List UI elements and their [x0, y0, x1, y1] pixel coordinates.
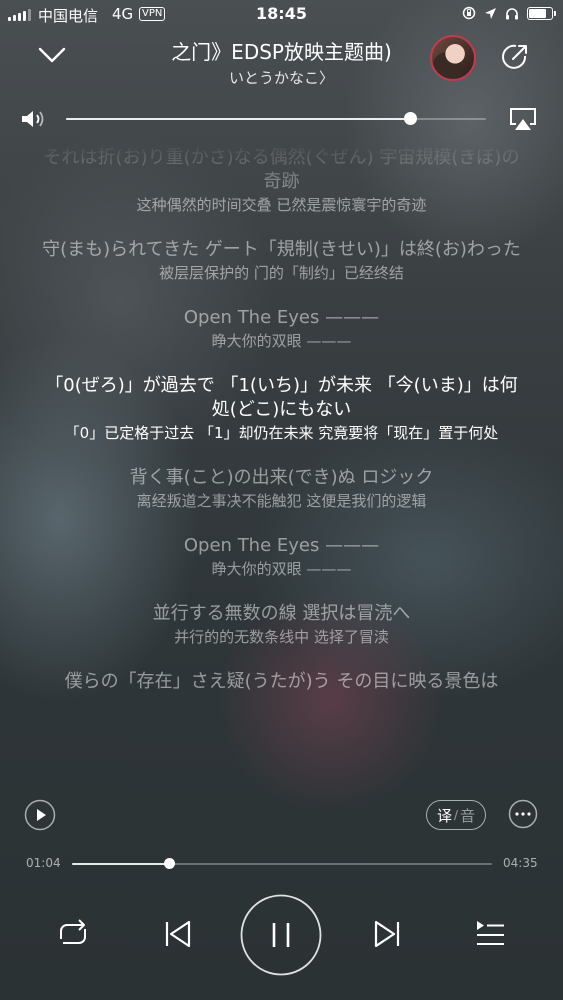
lyric-translation: 被层层保护的 门的「制约」已经终结 [159, 264, 404, 282]
next-button[interactable] [372, 918, 402, 954]
lyric-translation: 这种偶然的时间交叠 已然是震惊寰宇的奇迹 [136, 196, 427, 214]
battery-icon [527, 6, 556, 20]
lyric-translation: 离经叛道之事决不能触犯 这便是我们的逻辑 [136, 492, 427, 510]
progress-row: 01:04 04:35 [0, 852, 563, 876]
elapsed-time: 01:04 [26, 856, 61, 870]
lyric-line[interactable]: 僕らの「存在」さえ疑(うたが)う その目に映る景色は [40, 670, 523, 694]
lyric-tools: 译 / 音 [0, 795, 563, 835]
status-icons [462, 6, 556, 20]
lyric-original: 守(まも)られてきた ゲート「規制(きせい)」は終(お)わった [42, 239, 521, 260]
lyric-line[interactable]: Open The Eyes ——— 睁大你的双眼 ——— [40, 306, 523, 352]
lyric-line[interactable]: 守(まも)られてきた ゲート「規制(きせい)」は終(お)わった 被层层保护的 门的… [40, 238, 523, 284]
lyric-translation: 睁大你的双眼 ——— [211, 332, 352, 350]
pause-icon [240, 894, 322, 976]
next-icon [374, 920, 400, 948]
lyric-translation: 并行的的无数条线中 选择了冒渎 [174, 628, 389, 646]
headphones-icon [506, 7, 518, 19]
avatar[interactable] [430, 35, 476, 81]
collapse-button[interactable] [34, 40, 70, 70]
pause-button[interactable] [240, 894, 322, 980]
volume-thumb[interactable] [404, 112, 418, 125]
separator: / [453, 808, 459, 822]
translate-toggle[interactable]: 译 / 音 [426, 800, 486, 830]
repeat-icon [60, 919, 86, 944]
volume-button[interactable] [20, 107, 48, 131]
volume-slider[interactable] [66, 112, 486, 125]
lyric-original: それは折(お)り重(かさ)なる偶然(ぐぜん) 宇宙規模(きぼ)の奇跡 [43, 147, 520, 192]
lyric-original: Open The Eyes ——— [183, 535, 380, 556]
lyrics-panel[interactable]: それは折(お)り重(かさ)なる偶然(ぐぜん) 宇宙規模(きぼ)の奇跡这种偶然的时… [0, 140, 563, 790]
lyric-line[interactable]: それは折(お)り重(かさ)なる偶然(ぐぜん) 宇宙規模(きぼ)の奇跡这种偶然的时… [40, 146, 523, 216]
lyric-translation: 睁大你的双眼 ——— [211, 560, 352, 578]
progress-fill [72, 863, 169, 865]
lyric-original: 背く事(こと)の出来(でき)ぬ ロジック [129, 467, 434, 488]
lyric-translation: 「0」已定格于过去 「1」却仍在未来 究竟要将「现在」置于何处 [64, 424, 499, 442]
progress-slider[interactable] [72, 858, 492, 869]
volume-row [0, 100, 563, 140]
chevron-down-icon [38, 47, 66, 63]
previous-button[interactable] [163, 918, 193, 954]
airplay-icon [510, 108, 536, 130]
playlist-icon [477, 921, 504, 945]
more-button[interactable] [508, 799, 538, 829]
more-icon [508, 799, 538, 829]
translate-label: 译 [436, 806, 452, 825]
lyric-original: Open The Eyes ——— [183, 307, 380, 328]
song-title: 之门》EDSP放映主题曲) [171, 40, 392, 64]
lyric-original: 僕らの「存在」さえ疑(うたが)う その目に映る景色は [64, 671, 499, 692]
lyrics-list: それは折(お)り重(かさ)なる偶然(ぐぜん) 宇宙規模(きぼ)の奇跡这种偶然的时… [40, 146, 523, 716]
previous-icon [165, 920, 191, 948]
duration-time: 04:35 [503, 856, 538, 870]
progress-thumb[interactable] [163, 858, 175, 869]
playback-controls [0, 890, 563, 980]
speaker-icon [22, 111, 44, 127]
track-info: 之门》EDSP放映主题曲) いとうかなこ〉 [100, 36, 463, 88]
share-icon [502, 44, 527, 69]
lyric-original: 「0(ぜろ)」が過去で 「1(いち)」が未来 「今(いま)」は何処(どこ)にもな… [45, 375, 518, 420]
status-bar: 中国电信 4G VPN 18:45 [0, 0, 563, 30]
airplay-button[interactable] [508, 106, 538, 132]
lyric-line[interactable]: Open The Eyes ——— 睁大你的双眼 ——— [40, 534, 523, 580]
orientation-lock-icon [462, 6, 476, 20]
volume-fill [66, 118, 411, 120]
play-icon [24, 799, 56, 831]
lyric-line[interactable]: 並行する無数の線 選択は冒涜へ 并行的的无数条线中 选择了冒渎 [40, 602, 523, 648]
phonetic-label: 音 [460, 806, 476, 825]
lyric-line[interactable]: 背く事(こと)の出来(でき)ぬ ロジック 离经叛道之事决不能触犯 这便是我们的逻辑 [40, 466, 523, 512]
playlist-button[interactable] [473, 918, 507, 954]
repeat-button[interactable] [55, 917, 91, 955]
location-icon [485, 7, 496, 19]
artist-link[interactable]: いとうかなこ〉 [100, 67, 463, 88]
lyric-original: 並行する無数の線 選択は冒涜へ [152, 603, 411, 624]
player-header: 之门》EDSP放映主题曲) いとうかなこ〉 [0, 30, 563, 90]
share-button[interactable] [500, 42, 530, 72]
lyric-line-current[interactable]: 「0(ぜろ)」が過去で 「1(いち)」が未来 「今(いま)」は何処(どこ)にもな… [40, 374, 523, 444]
lyric-play-button[interactable] [24, 799, 56, 831]
